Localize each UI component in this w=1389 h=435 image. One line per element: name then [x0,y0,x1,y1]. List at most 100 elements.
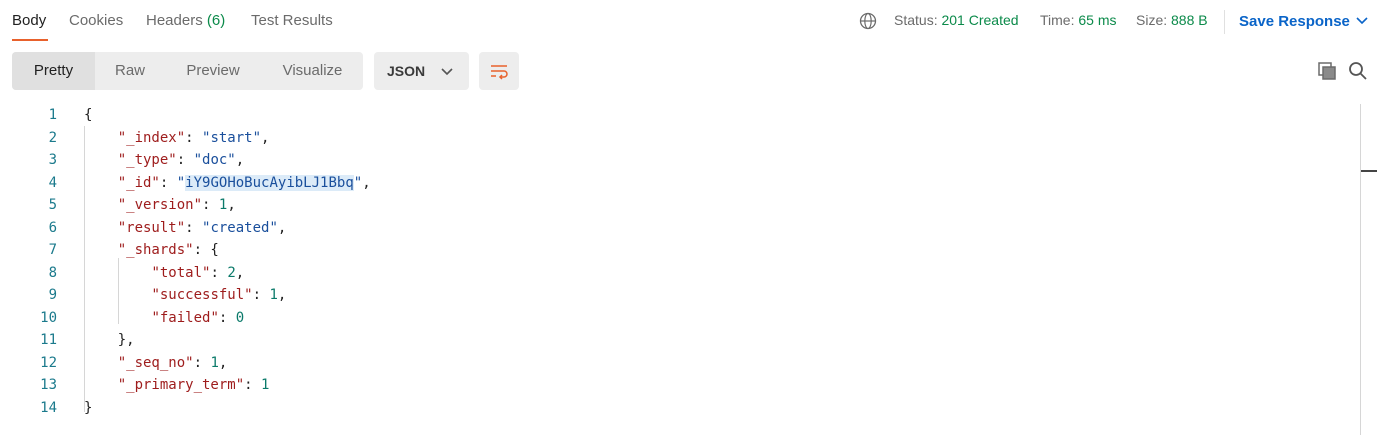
copy-icon[interactable] [1317,61,1337,81]
chevron-down-icon[interactable] [1356,16,1368,26]
view-mode-selector: Pretty Raw Preview Visualize [12,52,363,90]
code-token: "_seq_no" [117,354,194,371]
code-text: { [84,104,92,126]
tab-test-results[interactable]: Test Results [251,12,333,29]
code-token: iY9GOHoBucAyibLJ1Bbq [185,174,354,191]
tab-headers-label: Headers [146,12,203,29]
line-number: 6 [48,219,57,236]
code-text: "_primary_term": 1 [84,374,270,396]
view-mode-pretty[interactable]: Pretty [12,52,95,90]
code-token: : [185,129,203,146]
code-token: , [277,287,287,303]
active-tab-indicator [12,39,48,41]
code-line: 8 "total": 2, [0,262,1360,284]
code-line: 14} [0,397,1360,419]
code-token: : { [193,242,219,258]
line-number: 9 [48,287,57,303]
status-value: 201 Created [941,12,1019,28]
code-token: : [244,377,262,393]
line-number: 13 [40,377,57,393]
wrap-lines-icon [491,65,508,80]
code-token: " [176,174,186,191]
response-body-editor[interactable]: 1 {2 "_index": "start", 3 "_type": "doc", 4… [0,104,1360,435]
status-indicator[interactable]: Status: 201 Created [894,12,1019,28]
code-line: 13 "_primary_term": 1 [0,374,1360,396]
status-label: Status: [894,12,938,28]
save-response-button[interactable]: Save Response [1239,13,1350,30]
code-token: : [185,219,203,236]
search-icon[interactable] [1348,61,1368,81]
line-number: 14 [40,399,57,416]
tab-headers[interactable]: Headers (6) [146,12,225,29]
code-text: "result": "created", [84,217,287,239]
code-token: : [218,309,236,326]
code-token: : [176,152,194,168]
wrap-lines-button[interactable] [479,52,519,90]
code-line: 12 "_seq_no": 1, [0,352,1360,374]
code-token: { [84,107,93,123]
code-token: 0 [235,309,245,326]
code-token: , [235,152,245,168]
code-token: " [353,174,363,191]
line-number: 8 [48,264,57,281]
line-number: 7 [48,242,57,258]
code-token: : [159,174,177,191]
line-number: 3 [48,152,57,168]
line-number: 12 [40,354,57,371]
code-line: 11 }, [0,329,1360,351]
view-mode-visualize[interactable]: Visualize [271,52,354,90]
code-token: 1 [269,287,278,303]
code-token: , [235,264,245,281]
tab-cookies[interactable]: Cookies [69,12,123,29]
tab-body[interactable]: Body [12,12,46,29]
code-token: : [202,197,219,213]
globe-icon[interactable] [859,12,877,30]
code-token: "total" [151,264,211,281]
response-tabs-bar: Body Cookies Headers (6) Test Results St… [0,0,1389,44]
time-label: Time: [1040,12,1075,28]
code-text: "successful": 1, [84,284,286,306]
code-text: "total": 2, [84,262,244,284]
code-token: , [218,354,228,371]
headers-count-badge: (6) [206,12,226,29]
code-line: 5 "_version": 1, [0,194,1360,216]
view-mode-raw[interactable]: Raw [102,52,158,90]
code-text: "_id": "iY9GOHoBucAyibLJ1Bbq", [84,172,371,194]
view-mode-preview[interactable]: Preview [175,52,251,90]
code-token: "failed" [151,309,219,326]
line-number: 2 [48,129,57,146]
code-token: "_type" [117,152,177,168]
code-line: 2 "_index": "start", [0,127,1360,149]
code-token: , [277,219,287,236]
code-text: "failed": 0 [84,307,244,329]
code-token: "_id" [117,174,160,191]
code-token: "start" [202,129,262,146]
scrollbar-marker [1361,170,1377,172]
code-line: 10 "failed": 0 [0,307,1360,329]
code-token: "successful" [151,287,253,303]
code-token: }, [84,332,135,348]
code-token: : [193,354,211,371]
line-number: 1 [48,107,57,123]
size-indicator[interactable]: Size: 888 B [1136,12,1208,28]
code-line: 6 "result": "created", [0,217,1360,239]
code-line: 4 "_id": "iY9GOHoBucAyibLJ1Bbq", [0,172,1360,194]
time-indicator[interactable]: Time: 65 ms [1040,12,1117,28]
code-token: , [227,197,236,213]
code-text: }, [84,329,135,351]
code-text: } [84,397,92,419]
format-dropdown[interactable]: JSON [374,52,469,90]
code-token: , [362,174,371,191]
size-label: Size: [1136,12,1168,28]
editor-scrollbar[interactable] [1360,104,1361,435]
time-value: 65 ms [1078,12,1117,28]
code-line: 3 "_type": "doc", [0,149,1360,171]
